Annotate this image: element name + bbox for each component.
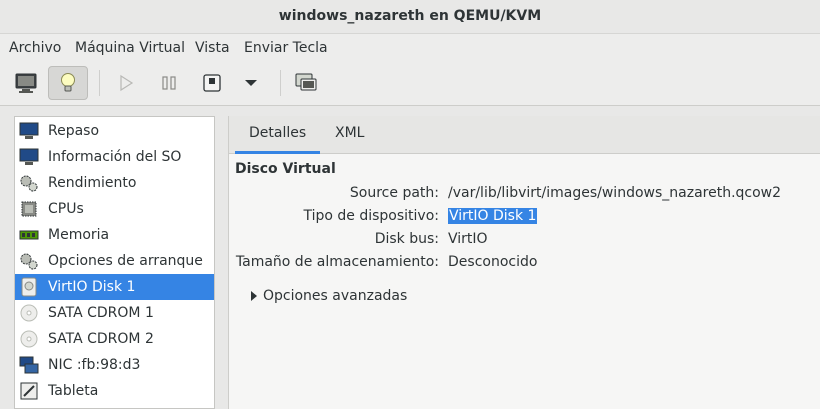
advanced-options-expander[interactable]: Opciones avanzadas [251,288,407,304]
sidebar-item-label: NIC :fb:98:d3 [48,357,141,373]
lightbulb-icon [61,73,75,92]
details-button[interactable] [48,66,88,100]
tab-xml[interactable]: XML [321,116,378,154]
window-title: windows_nazareth en QEMU/KVM [278,8,542,24]
chevron-down-icon [245,80,257,86]
tablet-icon [18,381,40,401]
sidebar-item-label: Información del SO [48,149,182,165]
pause-button[interactable] [149,66,189,100]
sidebar-item-virtio-disk[interactable]: VirtIO Disk 1 [15,274,214,300]
menu-archivo[interactable]: Archivo [9,40,61,56]
details-panel: Detalles XML Disco Virtual Source path: … [228,116,820,409]
sidebar-item-sata-cdrom-1[interactable]: SATA CDROM 1 [15,300,214,326]
menu-maquina-virtual[interactable]: Máquina Virtual [75,40,185,56]
console-button[interactable] [6,66,46,100]
toolbar-separator [280,70,281,96]
expander-arrow-icon [251,291,257,301]
sidebar-item-label: Rendimiento [48,175,137,191]
storage-size-label: Tamaño de almacenamiento: [235,254,439,270]
sidebar-item-label: Memoria [48,227,110,243]
screenshot-icon [295,73,317,91]
cpu-icon [18,199,40,219]
sidebar-item-label: CPUs [48,201,84,217]
monitor-icon [18,147,40,167]
advanced-options-label: Opciones avanzadas [263,288,408,304]
shutdown-menu-button[interactable] [231,66,271,100]
sidebar-item-sata-cdrom-2[interactable]: SATA CDROM 2 [15,326,214,352]
run-button[interactable] [106,66,146,100]
sidebar-item-informacion-so[interactable]: Información del SO [15,144,214,170]
sidebar-item-label: SATA CDROM 1 [48,305,154,321]
memory-icon [18,225,40,245]
sidebar-item-label: Tableta [48,383,99,399]
tab-bar: Detalles XML [229,116,820,154]
device-type-label: Tipo de dispositivo: [303,208,439,224]
storage-size-value: Desconocido [448,254,538,270]
menu-vista[interactable]: Vista [195,40,230,56]
source-path-value: /var/lib/libvirt/images/windows_nazareth… [448,185,782,201]
sidebar-item-label: SATA CDROM 2 [48,331,154,347]
gears-icon [18,173,40,193]
monitor-icon [15,73,37,93]
menu-enviar-tecla[interactable]: Enviar Tecla [244,40,328,56]
title-bar: windows_nazareth en QEMU/KVM [0,0,820,34]
tab-detalles[interactable]: Detalles [235,116,321,154]
monitor-icon [18,121,40,141]
sidebar-item-opciones-arranque[interactable]: Opciones de arranque [15,248,214,274]
menu-bar: Archivo Máquina Virtual Vista Enviar Tec… [0,34,820,62]
hardware-list: Repaso Información del SO Rendimiento CP… [14,116,215,409]
disk-bus-label: Disk bus: [374,231,439,247]
toolbar-separator [99,70,100,96]
disk-bus-value: VirtIO [448,231,488,247]
section-title: Disco Virtual [235,161,336,177]
fullscreen-button[interactable] [286,66,326,100]
toolbar [0,62,820,106]
sidebar-item-tableta[interactable]: Tableta [15,378,214,404]
network-icon [18,355,40,375]
cdrom-icon [18,329,40,349]
pause-icon [162,76,176,90]
disk-icon [18,277,40,297]
power-icon [203,74,221,92]
sidebar-item-nic[interactable]: NIC :fb:98:d3 [15,352,214,378]
sidebar-item-rendimiento[interactable]: Rendimiento [15,170,214,196]
shutdown-button[interactable] [192,66,232,100]
sidebar-item-label: Opciones de arranque [48,253,203,269]
sidebar-item-memoria[interactable]: Memoria [15,222,214,248]
cdrom-icon [18,303,40,323]
source-path-label: Source path: [349,185,439,201]
gears-icon [18,251,40,271]
sidebar-item-label: VirtIO Disk 1 [48,279,136,295]
device-type-value[interactable]: VirtIO Disk 1 [448,208,538,224]
sidebar-item-cpus[interactable]: CPUs [15,196,214,222]
sidebar-item-repaso[interactable]: Repaso [15,118,214,144]
play-icon [120,74,134,92]
sidebar-item-label: Repaso [48,123,100,139]
